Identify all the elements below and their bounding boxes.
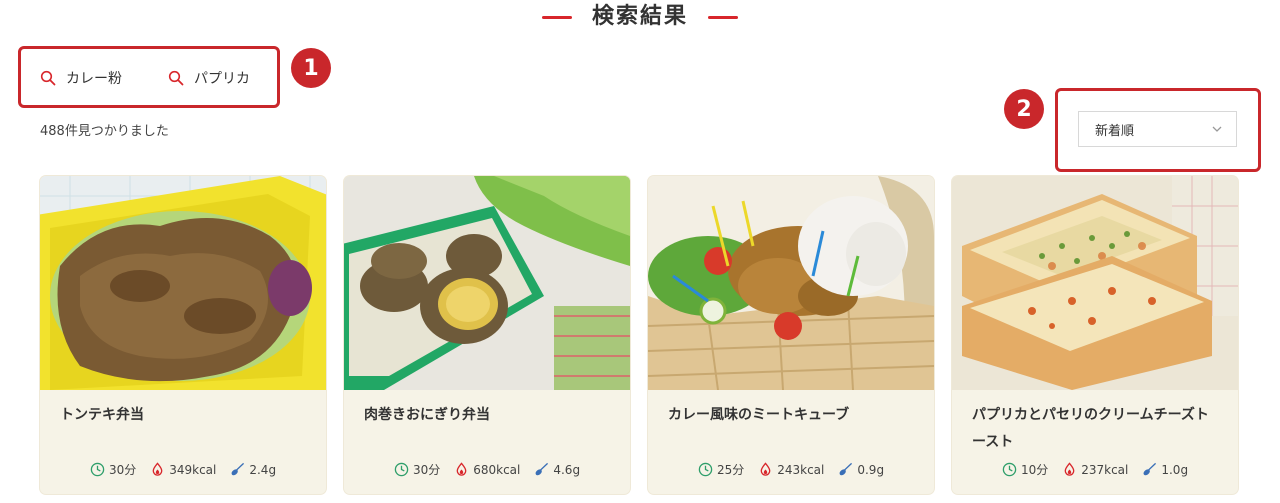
search-icon (40, 70, 56, 86)
clock-icon (1002, 462, 1017, 477)
search-icon (168, 70, 184, 86)
chevron-down-icon (1212, 126, 1222, 132)
calories: 680kcal (454, 462, 520, 477)
flame-icon (152, 462, 163, 476)
flame-icon (1064, 462, 1075, 476)
cook-time: 30分 (394, 461, 440, 478)
spoon-icon (1143, 462, 1157, 476)
recipe-meta: 30分 349kcal 2.4g (40, 461, 326, 478)
flame-icon (456, 462, 467, 476)
search-tag-paprika[interactable]: パプリカ (168, 66, 250, 90)
spoon-icon (231, 462, 245, 476)
recipe-title: カレー風味のミートキューブ (668, 407, 850, 423)
spoon-icon (839, 462, 853, 476)
search-tag-curry-powder[interactable]: カレー粉 (40, 66, 122, 90)
search-tag-label: カレー粉 (66, 71, 122, 87)
recipe-card[interactable]: トンテキ弁当 30分 349kcal 2.4g (40, 176, 326, 494)
search-tag-list: カレー粉 パプリカ (40, 66, 250, 90)
sort-selected-value: 新着順 (1095, 123, 1135, 139)
page-title: 検索結果 (591, 4, 688, 29)
recipe-list: トンテキ弁当 30分 349kcal 2.4g 肉巻きおにぎり弁当 30分 68… (40, 176, 1238, 494)
recipe-image (40, 176, 326, 390)
search-tag-label: パプリカ (194, 71, 250, 87)
calories: 243kcal (758, 462, 824, 477)
recipe-card[interactable]: カレー風味のミートキューブ 25分 243kcal 0.9g (648, 176, 934, 494)
recipe-card[interactable]: パプリカとパセリのクリームチーズトースト 10分 237kcal 1.0g (952, 176, 1238, 494)
callout-badge-2: 2 (1004, 89, 1044, 129)
recipe-image (648, 176, 934, 390)
recipe-meta: 25分 243kcal 0.9g (648, 461, 934, 478)
recipe-image (344, 176, 630, 390)
salt: 2.4g (230, 462, 276, 477)
title-decoration-right (708, 15, 738, 19)
recipe-title: パプリカとパセリのクリームチーズトースト (972, 407, 1209, 450)
sort-select[interactable]: 新着順 (1078, 111, 1237, 147)
cook-time: 30分 (90, 461, 136, 478)
spoon-icon (535, 462, 549, 476)
recipe-meta: 10分 237kcal 1.0g (952, 461, 1238, 478)
recipe-image (952, 176, 1238, 390)
salt: 1.0g (1142, 462, 1188, 477)
result-count: 488件見つかりました (40, 124, 169, 139)
flame-icon (760, 462, 771, 476)
clock-icon (90, 462, 105, 477)
page-header: 検索結果 (0, 0, 1280, 32)
callout-badge-1: 1 (291, 48, 331, 88)
recipe-title: トンテキ弁当 (60, 407, 144, 423)
clock-icon (698, 462, 713, 477)
recipe-title: 肉巻きおにぎり弁当 (364, 407, 490, 423)
calories: 237kcal (1062, 462, 1128, 477)
salt: 4.6g (534, 462, 580, 477)
title-decoration-left (541, 15, 572, 19)
calories: 349kcal (150, 462, 216, 477)
recipe-meta: 30分 680kcal 4.6g (344, 461, 630, 478)
cook-time: 25分 (698, 461, 744, 478)
recipe-card[interactable]: 肉巻きおにぎり弁当 30分 680kcal 4.6g (344, 176, 630, 494)
cook-time: 10分 (1002, 461, 1048, 478)
clock-icon (394, 462, 409, 477)
salt: 0.9g (838, 462, 884, 477)
